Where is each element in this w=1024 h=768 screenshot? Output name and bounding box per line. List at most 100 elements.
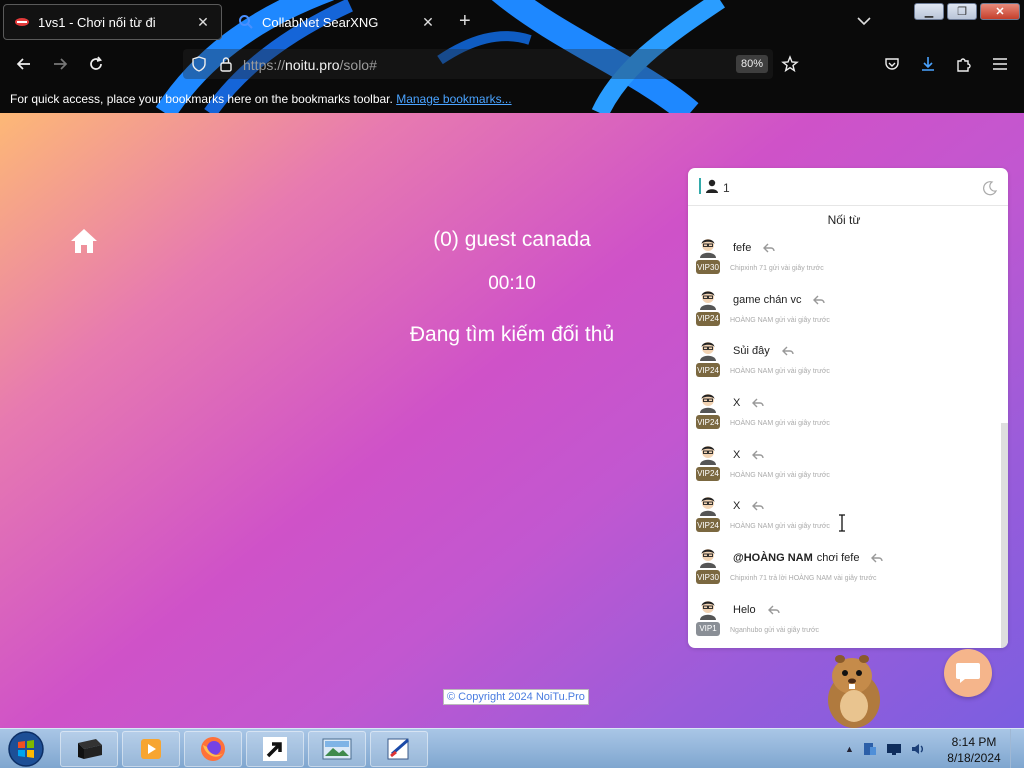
chat-message: VIP24 Sủi đây HOÀNG NAM gửi vài giây trước (688, 337, 1000, 389)
message-text: Helo (733, 603, 756, 616)
reply-icon[interactable] (813, 295, 826, 305)
download-icon[interactable] (918, 54, 938, 74)
copyright-text: © Copyright 2024 NoiTu.Pro (443, 689, 589, 705)
chat-bubble-icon (956, 663, 980, 683)
reply-icon[interactable] (767, 605, 780, 615)
message-meta: Chipxinh 71 trả lời HOÀNG NAM vài giây t… (730, 575, 877, 583)
chat-message: VIP24 X HOÀNG NAM gửi vài giây trước (688, 389, 1000, 441)
chat-scrollbar[interactable] (1001, 423, 1008, 648)
taskbar-app-shortcut[interactable] (246, 731, 304, 767)
taskbar-app-media-player[interactable] (122, 731, 180, 767)
chat-header: 1 (688, 168, 1008, 206)
message-text: Sủi đây (733, 345, 770, 358)
message-meta: HOÀNG NAM gửi vài giây trước (730, 471, 830, 479)
user-avatar[interactable] (697, 391, 719, 414)
back-icon[interactable] (14, 54, 34, 74)
monitor-icon[interactable] (886, 741, 902, 757)
tab-noitu[interactable]: 1vs1 - Chơi nối từ đi ✕ (3, 4, 222, 40)
user-avatar[interactable] (697, 236, 719, 258)
forward-icon[interactable] (50, 54, 70, 74)
chat-toggle-button[interactable] (944, 649, 992, 697)
user-avatar[interactable] (697, 443, 719, 465)
shield-icon[interactable] (189, 54, 209, 74)
reload-icon[interactable] (86, 54, 106, 74)
bookmarks-toolbar: For quick access, place your bookmarks h… (10, 92, 512, 106)
user-avatar[interactable] (697, 288, 719, 310)
manage-bookmarks-link[interactable]: Manage bookmarks... (396, 92, 511, 106)
message-body: X (733, 397, 765, 409)
network-icon[interactable] (862, 741, 878, 757)
message-text: chơi fefe (816, 552, 860, 565)
reply-icon[interactable] (752, 501, 765, 511)
tab-bar: 1vs1 - Chơi nối từ đi ✕ CollabNet SearXN… (0, 0, 920, 44)
firefox-icon (201, 737, 225, 761)
close-tab-icon[interactable]: ✕ (195, 14, 211, 31)
chat-message: VIP1 Helo Nganhubo gửi vài giây trước (688, 596, 1000, 648)
new-tab-button[interactable]: + (459, 10, 471, 32)
show-desktop-button[interactable] (1010, 729, 1024, 768)
message-body: game chán vc (733, 294, 826, 306)
reply-icon[interactable] (752, 450, 765, 460)
message-mention: @HOÀNG NAM (733, 552, 813, 565)
browser-chrome: 1vs1 - Chơi nối từ đi ✕ CollabNet SearXN… (0, 0, 1024, 113)
user-icon (706, 179, 718, 193)
url-bar[interactable]: https://noitu.pro/solo# 80% (183, 49, 773, 79)
message-body: X (733, 500, 765, 513)
close-tab-icon[interactable]: ✕ (420, 14, 436, 31)
clock-date: 8/18/2024 (947, 751, 1001, 765)
user-avatar[interactable] (697, 546, 719, 569)
search-favicon-icon (238, 14, 254, 30)
paint-icon (387, 738, 409, 760)
chat-message: VIP24 game chán vc HOÀNG NAM gửi vài giây … (688, 286, 1000, 338)
message-body: @HOÀNG NAM chơi fefe (733, 552, 884, 565)
taskbar-app-paint[interactable] (370, 731, 428, 767)
tray-expand-icon[interactable]: ▲ (845, 744, 854, 754)
user-avatar[interactable] (697, 598, 719, 620)
menu-icon[interactable] (990, 54, 1010, 74)
user-avatar[interactable] (697, 494, 719, 517)
pocket-icon[interactable] (882, 54, 902, 74)
lock-icon[interactable] (216, 54, 236, 74)
tab-title: 1vs1 - Chơi nối từ đi (38, 14, 156, 30)
message-text: fefe (733, 242, 752, 254)
message-text: X (733, 500, 741, 513)
chevron-down-icon[interactable] (855, 12, 873, 30)
star-icon[interactable] (780, 54, 800, 74)
moon-icon[interactable] (982, 180, 998, 196)
home-icon[interactable] (70, 228, 98, 254)
chat-message-list[interactable]: VIP30 fefe Chipxinh 71 gửi vài giây trước V… (688, 234, 1000, 648)
message-meta: Nganhubo gửi vài giây trước (730, 626, 820, 634)
reply-icon[interactable] (871, 553, 884, 563)
minimize-button[interactable]: ▁ (914, 3, 944, 20)
maximize-button[interactable]: ❐ (947, 3, 977, 20)
reply-icon[interactable] (781, 346, 794, 356)
chat-title: Nối từ (827, 213, 861, 227)
reply-icon[interactable] (763, 243, 776, 253)
arrow-icon (263, 737, 287, 761)
vip-badge: VIP24 (696, 415, 720, 430)
chat-message: VIP24 X HOÀNG NAM gửi vài giây trước (688, 441, 1000, 493)
taskbar-app-terminal[interactable] (60, 731, 118, 767)
start-button[interactable] (6, 730, 46, 768)
message-meta: Chipxinh 71 gửi vài giây trước (730, 265, 824, 272)
taskbar-app-photo-viewer[interactable] (308, 731, 366, 767)
chat-panel: 1 Nối từ VIP30 fefe Chipxinh 71 gửi vài gi… (688, 168, 1008, 648)
system-tray: ▲ (845, 741, 926, 757)
volume-icon[interactable] (910, 741, 926, 757)
system-clock[interactable]: 8:14 PM 8/18/2024 (944, 734, 1004, 766)
message-body: Sủi đây (733, 345, 794, 357)
message-text: X (733, 448, 741, 461)
zoom-level-button[interactable]: 80% (736, 55, 768, 73)
online-count: 1 (723, 181, 730, 195)
message-meta: HOÀNG NAM gửi vài giây trước (730, 316, 830, 324)
extensions-icon[interactable] (954, 54, 974, 74)
message-meta: HOÀNG NAM gửi vài giây trước (730, 523, 830, 531)
user-avatar[interactable] (697, 339, 719, 362)
reply-icon[interactable] (752, 398, 765, 408)
taskbar-app-firefox[interactable] (184, 731, 242, 767)
close-window-button[interactable]: ✕ (980, 3, 1020, 20)
vip-badge: VIP1 (696, 621, 720, 636)
game-page: (0) guest canada 00:10 Đang tìm kiếm đối… (0, 113, 1024, 728)
photo-viewer-icon (322, 738, 352, 760)
tab-searxng[interactable]: CollabNet SearXNG ✕ (228, 4, 446, 40)
